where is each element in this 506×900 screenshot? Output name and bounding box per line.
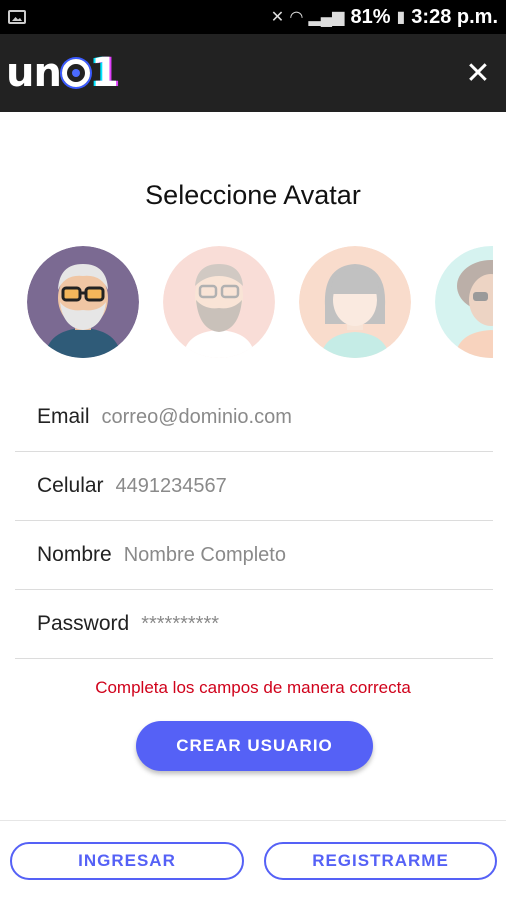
create-user-button[interactable]: CREAR USUARIO [136, 721, 373, 771]
register-button[interactable]: REGISTRARME [264, 842, 497, 880]
status-right: ✕ ◠ ▂▄▆ 81% ▮ 3:28 p.m. [271, 6, 498, 29]
password-row: Password [15, 590, 493, 659]
phone-row: Celular [15, 452, 493, 521]
signal-icon: ▂▄▆ [308, 9, 345, 26]
battery-level: 81% [350, 5, 391, 28]
avatar-woman-bangs[interactable] [299, 246, 411, 358]
avatar-curly-hair-sunglasses[interactable] [435, 246, 493, 358]
password-field[interactable] [141, 612, 493, 636]
email-label: Email [37, 405, 90, 428]
password-label: Password [37, 612, 130, 635]
name-field[interactable] [123, 543, 493, 567]
wifi-icon: ◠ [290, 9, 303, 26]
avatar-older-man-glasses[interactable] [27, 246, 139, 358]
login-button[interactable]: INGRESAR [10, 842, 244, 880]
avatar-bearded-man[interactable] [163, 246, 275, 358]
gallery-icon [8, 10, 26, 24]
battery-icon: ▮ [396, 9, 406, 26]
status-bar: ✕ ◠ ▂▄▆ 81% ▮ 3:28 p.m. [0, 0, 506, 34]
name-label: Nombre [37, 543, 112, 566]
app-logo: un 1 [6, 50, 119, 96]
mute-icon: ✕ [270, 9, 285, 26]
phone-label: Celular [37, 474, 104, 497]
clock: 3:28 p.m. [411, 5, 498, 28]
close-button[interactable]: ✕ [456, 51, 500, 95]
close-icon: ✕ [465, 56, 491, 90]
app-bar: un 1 ✕ [0, 34, 506, 112]
name-row: Nombre [15, 521, 493, 590]
avatar-carousel[interactable] [27, 246, 493, 362]
footer-divider [0, 820, 506, 821]
phone-field[interactable] [115, 474, 493, 498]
error-message: Completa los campos de manera correcta [95, 678, 411, 697]
signup-form: Email Celular Nombre Password [15, 383, 493, 659]
email-field[interactable] [101, 405, 493, 429]
page-title: Seleccione Avatar [145, 180, 361, 210]
email-row: Email [15, 383, 493, 452]
